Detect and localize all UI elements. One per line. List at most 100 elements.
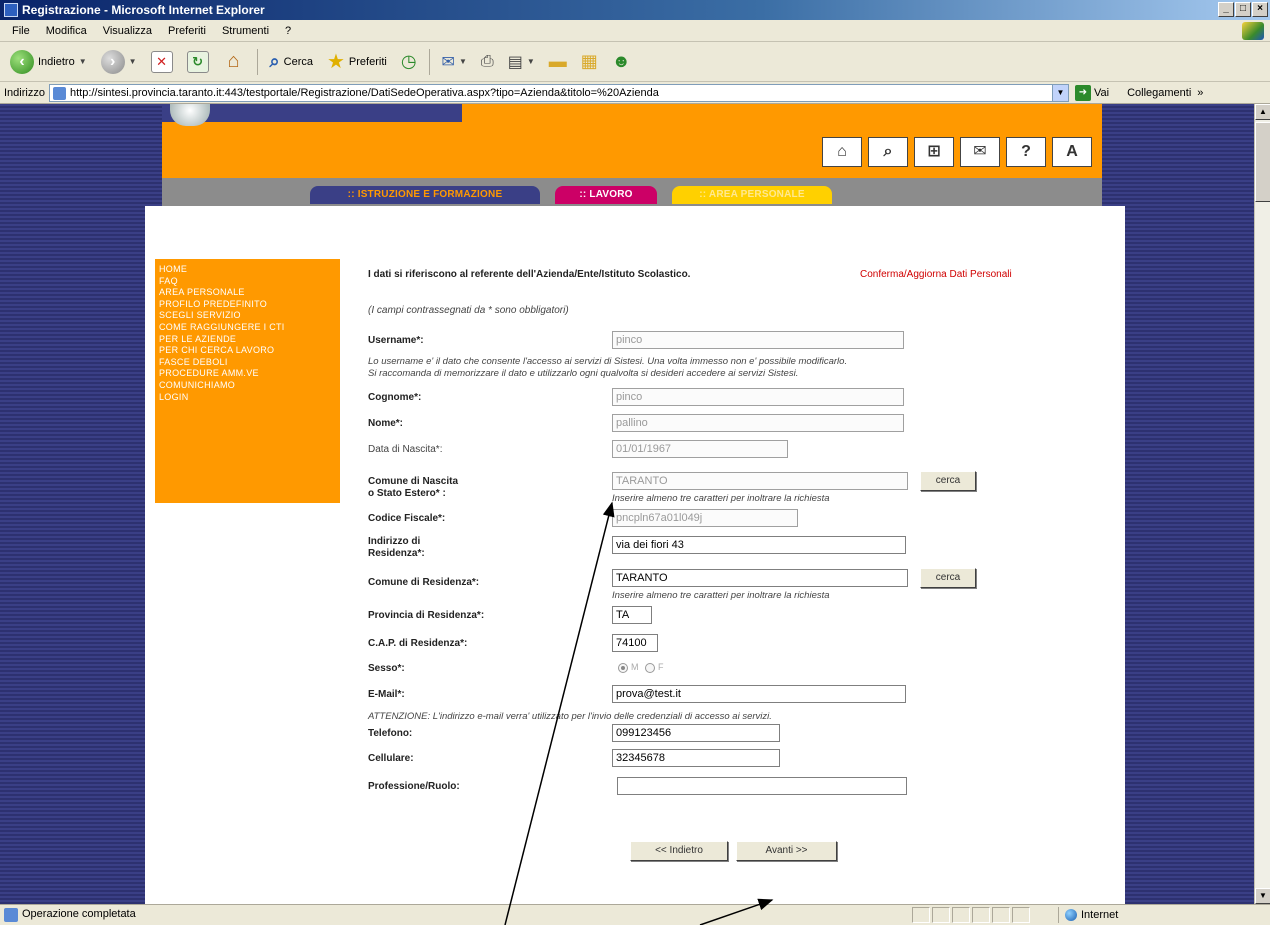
messenger-button[interactable]: ☻: [608, 46, 635, 78]
refresh-icon: ↻: [186, 50, 209, 73]
tab-lavoro[interactable]: :: LAVORO: [555, 186, 657, 204]
avanti-button[interactable]: Avanti >>: [736, 841, 837, 861]
email-field[interactable]: prova@test.it: [612, 685, 906, 703]
status-panel: [912, 907, 930, 923]
attenzione-note: ATTENZIONE: L'indirizzo e-mail verra' ut…: [368, 711, 772, 722]
cerca-comune-residenza-button[interactable]: cerca: [920, 568, 976, 588]
telefono-field[interactable]: 099123456: [612, 724, 780, 742]
links-chevron[interactable]: »: [1197, 87, 1203, 99]
left-nav-menu: HOME FAQ AREA PERSONALE PROFILO PREDEFIN…: [155, 259, 340, 503]
menu-preferiti[interactable]: Preferiti: [160, 25, 214, 37]
messenger-icon: ☻: [611, 51, 631, 71]
edit-button[interactable]: ▤ ▼: [504, 46, 539, 78]
nav-item-home[interactable]: HOME: [159, 264, 336, 276]
favorites-button[interactable]: ★ Preferiti: [323, 46, 391, 78]
tab-istruzione[interactable]: :: ISTRUZIONE E FORMAZIONE: [310, 186, 540, 204]
home-icon[interactable]: ⌂: [822, 137, 862, 167]
stop-icon: ✕: [150, 50, 173, 73]
mail-icon: ✉: [441, 53, 455, 71]
sesso-f-radio[interactable]: [645, 663, 655, 673]
help-icon[interactable]: ?: [1006, 137, 1046, 167]
section-tabs: :: ISTRUZIONE E FORMAZIONE :: LAVORO :: …: [162, 178, 1102, 206]
cerca-comune-nascita-button[interactable]: cerca: [920, 471, 976, 491]
back-arrow-icon: ‹: [10, 49, 34, 74]
address-url: http://sintesi.provincia.taranto.it:443/…: [69, 86, 659, 99]
codice-fiscale-field[interactable]: pncpln67a01l049j: [612, 509, 798, 527]
menu-strumenti[interactable]: Strumenti: [214, 25, 277, 37]
nav-item-scegli-servizio[interactable]: SCEGLI SERVIZIO: [159, 310, 336, 322]
tab-area-personale[interactable]: :: AREA PERSONALE: [672, 186, 832, 204]
chevron-down-icon[interactable]: ▼: [1051, 84, 1068, 101]
indirizzo-field[interactable]: via dei fiori 43: [612, 536, 906, 554]
print-button[interactable]: ⎙: [477, 46, 498, 78]
menu-bar: File Modifica Visualizza Preferiti Strum…: [0, 20, 1270, 42]
menu-file[interactable]: File: [4, 25, 38, 37]
back-label: Indietro: [38, 55, 75, 68]
menu-help[interactable]: ?: [277, 25, 299, 37]
toolbar-separator: [428, 48, 430, 75]
dropdown-arrow-icon[interactable]: ▼: [129, 57, 137, 66]
comune-residenza-field[interactable]: TARANTO: [612, 569, 908, 587]
nav-item-area-personale[interactable]: AREA PERSONALE: [159, 287, 336, 299]
home-button[interactable]: ⌂: [219, 46, 249, 78]
scroll-down-icon[interactable]: ▼: [1255, 888, 1270, 904]
refresh-button[interactable]: ↻: [183, 46, 213, 78]
go-button[interactable]: ➜ Vai: [1074, 84, 1109, 101]
nav-item-fasce-deboli[interactable]: FASCE DEBOLI: [159, 357, 336, 369]
close-button[interactable]: ×: [1252, 2, 1268, 17]
cellulare-field[interactable]: 32345678: [612, 749, 780, 767]
cognome-field[interactable]: pinco: [612, 388, 904, 406]
nav-item-comunichiamo[interactable]: COMUNICHIAMO: [159, 380, 336, 392]
page-done-icon: [4, 908, 18, 922]
professione-field[interactable]: [617, 777, 907, 795]
cerca-hint-nascita: Inserire almeno tre caratteri per inoltr…: [612, 493, 830, 504]
forward-button[interactable]: › ▼: [97, 46, 141, 78]
nav-item-profilo[interactable]: PROFILO PREDEFINITO: [159, 299, 336, 311]
username-field[interactable]: pinco: [612, 331, 904, 349]
nav-item-come-raggiungere[interactable]: COME RAGGIUNGERE I CTI: [159, 322, 336, 334]
maximize-button[interactable]: □: [1235, 2, 1251, 17]
site-logo: [170, 104, 210, 126]
dropdown-arrow-icon[interactable]: ▼: [79, 57, 87, 66]
address-input[interactable]: http://sintesi.provincia.taranto.it:443/…: [48, 83, 1069, 102]
history-button[interactable]: ◷: [397, 46, 421, 78]
mail-button[interactable]: ✉ ▼: [438, 46, 471, 78]
comune-nascita-field[interactable]: TARANTO: [612, 472, 908, 490]
confirm-data-link[interactable]: Conferma/Aggiorna Dati Personali: [860, 269, 1012, 280]
title-bar: Registrazione - Microsoft Internet Explo…: [0, 0, 1270, 20]
nav-item-aziende[interactable]: PER LE AZIENDE: [159, 334, 336, 346]
status-panel: [992, 907, 1010, 923]
professione-label: Professione/Ruolo:: [368, 781, 460, 792]
search-button[interactable]: ⌕ Cerca: [266, 46, 317, 78]
nome-field[interactable]: pallino: [612, 414, 904, 432]
cap-label: C.A.P. di Residenza*:: [368, 638, 468, 649]
sitemap-icon[interactable]: ⊞: [914, 137, 954, 167]
residenza-label: Residenza*:: [368, 548, 425, 559]
sesso-m-radio[interactable]: [618, 663, 628, 673]
menu-modifica[interactable]: Modifica: [38, 25, 95, 37]
username-label: Username*:: [368, 335, 424, 346]
cap-field[interactable]: 74100: [612, 634, 658, 652]
contact-icon[interactable]: ✉: [960, 137, 1000, 167]
accessibility-icon[interactable]: A: [1052, 137, 1092, 167]
indietro-button[interactable]: << Indietro: [630, 841, 728, 861]
back-button[interactable]: ‹ Indietro ▼: [6, 46, 91, 78]
provincia-field[interactable]: TA: [612, 606, 652, 624]
dropdown-arrow-icon[interactable]: ▼: [459, 57, 467, 66]
nav-item-cerca-lavoro[interactable]: PER CHI CERCA LAVORO: [159, 345, 336, 357]
scroll-thumb[interactable]: [1255, 122, 1270, 202]
menu-visualizza[interactable]: Visualizza: [95, 25, 160, 37]
scroll-up-icon[interactable]: ▲: [1255, 104, 1270, 120]
vertical-scrollbar[interactable]: ▲ ▼: [1254, 104, 1270, 904]
dropdown-arrow-icon[interactable]: ▼: [527, 57, 535, 66]
nav-item-login[interactable]: LOGIN: [159, 392, 336, 404]
links-label[interactable]: Collegamenti: [1127, 87, 1191, 99]
folder-button[interactable]: ▬: [545, 46, 571, 78]
stop-button[interactable]: ✕: [147, 46, 177, 78]
nav-item-faq[interactable]: FAQ: [159, 276, 336, 288]
search-icon[interactable]: ⌕: [868, 137, 908, 167]
research-button[interactable]: ▦: [577, 46, 602, 78]
nav-item-procedure[interactable]: PROCEDURE AMM.VE: [159, 368, 336, 380]
minimize-button[interactable]: _: [1218, 2, 1234, 17]
data-nascita-field[interactable]: 01/01/1967: [612, 440, 788, 458]
